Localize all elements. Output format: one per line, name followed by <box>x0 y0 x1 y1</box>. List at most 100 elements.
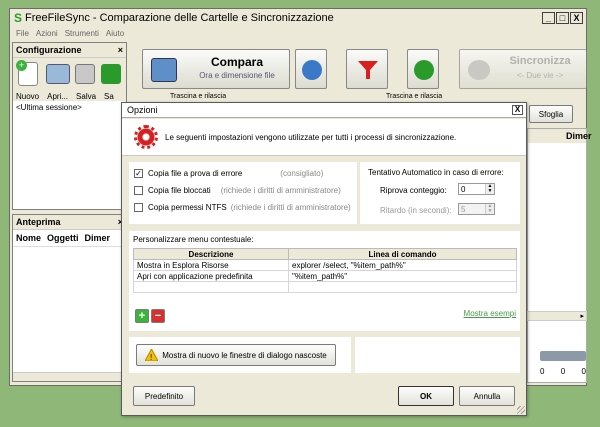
show-hidden-dialogs-button[interactable]: ! Mostra di nuovo le finestre di dialogo… <box>136 344 336 366</box>
context-table-header: Descrizione Linea di comando <box>133 248 517 260</box>
stats-counts: 0 0 0 <box>540 367 586 376</box>
open-label: Apri... <box>47 92 69 101</box>
option-safe-copy[interactable]: ✓ Copia file a prova di errore (consigli… <box>134 165 357 182</box>
row-command[interactable]: "%item_path%" <box>288 270 517 282</box>
copy-options-section: ✓ Copia file a prova di errore (consigli… <box>129 162 357 224</box>
show-examples-link[interactable]: Mostra esempi <box>464 309 516 318</box>
retry-count-spinner[interactable]: 0 ▲ ▼ <box>458 183 495 195</box>
ok-button[interactable]: OK <box>398 386 454 406</box>
stat-count-1: 0 <box>540 367 545 376</box>
row-command[interactable]: explorer /select, "%item_path%" <box>288 259 517 271</box>
safe-copy-checkbox[interactable]: ✓ <box>134 169 143 178</box>
config-toolbar: + <box>13 58 126 92</box>
menu-file[interactable]: File <box>16 29 29 38</box>
save-config-icon[interactable] <box>75 64 95 84</box>
header-description: Descrizione <box>133 248 289 260</box>
remove-row-button[interactable]: − <box>151 309 165 323</box>
retry-delay-spinner[interactable]: 5 ▲ ▼ <box>458 203 495 215</box>
retry-count-label: Riprova conteggio: <box>380 186 447 195</box>
table-row[interactable] <box>133 281 517 293</box>
retry-delay-value: 5 <box>461 204 466 214</box>
retry-section: Tentativo Automatico in caso di errore: … <box>360 162 520 224</box>
column-name[interactable]: Nome <box>16 233 41 243</box>
minimize-button[interactable]: _ <box>542 12 555 24</box>
config-panel-header: Configurazione × <box>13 43 126 58</box>
option-ntfs-permissions[interactable]: Copia permessi NTFS (richiede i diritti … <box>134 199 357 216</box>
menu-help[interactable]: Aiuto <box>106 29 124 38</box>
save-as-icon[interactable] <box>101 64 121 84</box>
right-hscroll-arrow[interactable]: ▸ <box>527 311 587 321</box>
column-size[interactable]: Dimer <box>85 233 111 243</box>
synchronize-sublabel: <- Due vie -> <box>516 71 564 80</box>
preview-panel-header: Anteprima × <box>13 215 126 230</box>
ntfs-permissions-hint: (richiede i diritti di amministratore) <box>230 203 351 212</box>
compare-magnifier-icon <box>151 58 177 82</box>
resize-grip-icon[interactable] <box>517 406 525 414</box>
context-menu-section: Personalizzare menu contestuale: Descriz… <box>129 231 520 331</box>
column-objects[interactable]: Oggetti <box>47 233 79 243</box>
context-menu-table: Descrizione Linea di comando Mostra in E… <box>133 248 517 293</box>
retry-delay-arrows-icon[interactable]: ▲ ▼ <box>485 204 494 214</box>
save-as-label: Sa <box>104 92 114 101</box>
config-panel: Configurazione × + Nuovo Apri... Salva S… <box>12 42 127 210</box>
new-config-icon[interactable]: + <box>16 60 38 86</box>
locked-files-hint: (richiede i diritti di amministratore) <box>220 186 341 195</box>
app-logo-icon: S <box>14 11 23 25</box>
hidden-dialogs-section: ! Mostra di nuovo le finestre di dialogo… <box>129 337 351 373</box>
locked-files-label: Copia file bloccati <box>148 186 211 195</box>
new-label: Nuovo <box>16 92 40 101</box>
compare-sublabel: Ora e dimensione file <box>199 71 275 80</box>
intro-text: Le seguenti impostazioni vengono utilizz… <box>165 132 457 142</box>
default-button[interactable]: Predefinito <box>133 386 195 406</box>
open-config-icon[interactable] <box>46 64 70 84</box>
config-close-icon[interactable]: × <box>118 45 123 55</box>
compare-settings-button[interactable] <box>295 49 327 89</box>
dialog-close-button[interactable]: X <box>512 105 523 115</box>
table-row[interactable]: Mostra in Esplora Risorse explorer /sele… <box>133 259 517 271</box>
sync-arrows-icon <box>468 60 490 80</box>
window-controls: _ □ X <box>542 12 583 24</box>
synchronize-button[interactable]: Sincronizza <- Due vie -> <box>459 49 587 89</box>
ntfs-permissions-checkbox[interactable] <box>134 203 143 212</box>
ntfs-permissions-label: Copia permessi NTFS <box>148 203 227 212</box>
browse-button[interactable]: Sfoglia <box>529 105 573 123</box>
add-row-button[interactable]: + <box>135 309 149 323</box>
stat-count-2: 0 <box>560 367 566 376</box>
last-session-item[interactable]: <Ultima sessione> <box>13 101 126 114</box>
row-description[interactable]: Apri con applicazione predefinita <box>133 270 289 282</box>
maximize-button[interactable]: □ <box>556 12 569 24</box>
dialog-title-bar: Opzioni <box>122 103 526 118</box>
close-button[interactable]: X <box>570 12 583 24</box>
menu-bar: File Azioni Strumenti Aiuto <box>10 27 586 40</box>
menu-tools[interactable]: Strumenti <box>65 29 99 38</box>
dialog-intro: Le seguenti impostazioni vengono utilizz… <box>122 119 526 156</box>
retry-delay-label: Ritardo (in secondi): <box>380 206 452 215</box>
filter-button[interactable] <box>346 49 388 89</box>
retry-count-arrows-icon[interactable]: ▲ ▼ <box>485 184 494 194</box>
warning-icon: ! <box>145 349 159 361</box>
window-title: FreeFileSync - Comparazione delle Cartel… <box>25 12 334 24</box>
menu-actions[interactable]: Azioni <box>36 29 58 38</box>
sync-settings-button[interactable] <box>407 49 439 89</box>
preview-columns: Nome Oggetti Dimer <box>13 230 126 247</box>
option-locked-files[interactable]: Copia file bloccati (richiede i diritti … <box>134 182 357 199</box>
right-grid-column[interactable]: Dimer <box>528 129 592 143</box>
row-command[interactable] <box>288 281 517 293</box>
cancel-button[interactable]: Annulla <box>459 386 515 406</box>
compare-button[interactable]: Compara Ora e dimensione file <box>142 49 290 89</box>
empty-section <box>355 337 520 373</box>
compare-label: Compara <box>210 55 263 69</box>
preview-scrollbar[interactable] <box>13 372 126 381</box>
config-panel-title: Configurazione <box>16 45 82 55</box>
stats-icons <box>540 351 586 361</box>
stat-count-3: 0 <box>581 367 586 376</box>
table-row[interactable]: Apri con applicazione predefinita "%item… <box>133 270 517 282</box>
row-description[interactable]: Mostra in Esplora Risorse <box>133 259 289 271</box>
options-dialog: Opzioni X Le seguenti impostazioni vengo… <box>121 102 527 416</box>
compare-gear-icon <box>302 60 322 80</box>
header-command: Linea di comando <box>288 248 517 260</box>
row-description[interactable] <box>133 281 289 293</box>
preview-panel: Anteprima × Nome Oggetti Dimer <box>12 214 127 382</box>
sync-gear-icon <box>414 60 434 80</box>
locked-files-checkbox[interactable] <box>134 186 143 195</box>
